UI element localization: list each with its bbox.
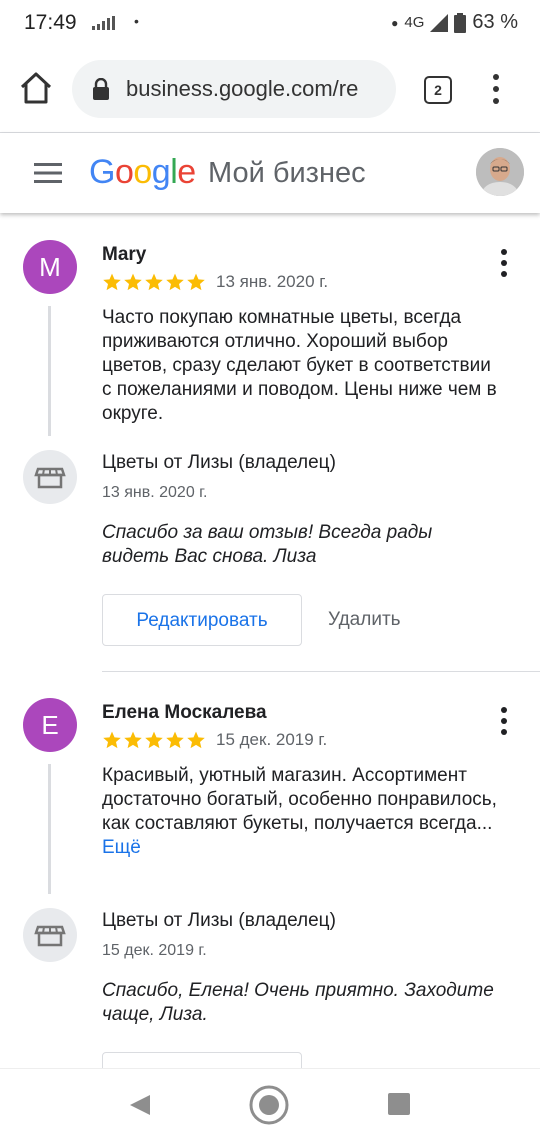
star-icon xyxy=(145,273,163,291)
review-text: Красивый, уютный магазин. Ассортимент до… xyxy=(102,764,502,860)
store-icon xyxy=(34,467,66,489)
star-icon xyxy=(145,731,163,749)
reply-text: Спасибо, Елена! Очень приятно. Заходите … xyxy=(102,980,494,1025)
star-icon xyxy=(187,731,205,749)
review-text-body: Красивый, уютный магазин. Ассортимент до… xyxy=(102,765,497,834)
product-name: Мой бизнес xyxy=(208,157,366,189)
review-date: 15 дек. 2019 г. xyxy=(216,730,328,749)
back-icon[interactable] xyxy=(128,1093,152,1117)
thread-line xyxy=(48,764,51,894)
review-date: 13 янв. 2020 г. xyxy=(216,272,329,291)
url-text: business.google.com/re xyxy=(126,76,359,101)
status-time: 17:49 xyxy=(24,11,77,34)
reviewer-avatar[interactable]: E xyxy=(23,698,77,752)
network-type: 4G xyxy=(404,14,425,31)
cell-signal-icon xyxy=(430,13,449,32)
reviewer-name: Елена Москалева xyxy=(102,702,267,723)
star-icon xyxy=(166,731,184,749)
app-header: Google Мой бизнес xyxy=(0,133,540,213)
star-rating xyxy=(102,272,206,292)
star-icon xyxy=(103,731,121,749)
more-options-icon[interactable] xyxy=(494,247,514,279)
edit-reply-button[interactable]: Редактировать xyxy=(102,594,302,646)
lock-icon xyxy=(93,78,109,100)
star-icon xyxy=(103,273,121,291)
review-text: Часто покупаю комнатные цветы, всегда пр… xyxy=(102,307,497,424)
star-icon xyxy=(166,273,184,291)
star-icon xyxy=(187,273,205,291)
owner-avatar xyxy=(23,450,77,504)
more-options-icon[interactable] xyxy=(494,705,514,737)
show-more-link[interactable]: Ещё xyxy=(102,837,141,858)
recent-apps-icon[interactable] xyxy=(388,1093,410,1115)
tab-switcher-button[interactable]: 2 xyxy=(424,76,452,104)
thread-line xyxy=(48,306,51,436)
browser-toolbar: business.google.com/re 2 xyxy=(0,44,540,133)
status-bar: 17:49 • ● 4G 63 % xyxy=(0,0,540,44)
reviews-list[interactable]: M Mary 13 янв. 2020 г. Часто покупаю ком… xyxy=(0,214,540,1068)
notification-signal-icon xyxy=(92,16,115,30)
owner-name: Цветы от Лизы (владелец) xyxy=(102,910,336,931)
reply-date: 13 янв. 2020 г. xyxy=(102,484,208,501)
address-bar[interactable]: business.google.com/re xyxy=(72,60,396,118)
delete-reply-button[interactable]: Удалить xyxy=(328,609,401,631)
review-divider xyxy=(102,671,540,672)
notification-dot: • xyxy=(134,13,139,29)
star-icon xyxy=(124,731,142,749)
reply-text: Спасибо за ваш отзыв! Всегда рады видеть… xyxy=(102,522,433,567)
user-avatar[interactable] xyxy=(476,148,524,196)
reviewer-name: Mary xyxy=(102,244,147,265)
google-logo: Google xyxy=(89,153,196,191)
reply-date: 15 дек. 2019 г. xyxy=(102,942,207,959)
owner-avatar xyxy=(23,908,77,962)
store-icon xyxy=(34,925,66,947)
home-nav-icon[interactable] xyxy=(248,1084,290,1126)
home-icon[interactable] xyxy=(18,70,54,106)
system-navigation-bar xyxy=(0,1068,540,1141)
star-rating xyxy=(102,730,206,750)
battery-percent: 63 % xyxy=(472,11,518,33)
hamburger-menu-icon[interactable] xyxy=(34,163,62,183)
status-dot-icon: ● xyxy=(391,15,399,30)
reviewer-avatar[interactable]: M xyxy=(23,240,77,294)
edit-reply-button[interactable] xyxy=(102,1052,302,1068)
owner-name: Цветы от Лизы (владелец) xyxy=(102,452,336,473)
battery-icon xyxy=(454,12,467,33)
star-icon xyxy=(124,273,142,291)
browser-menu-icon[interactable] xyxy=(486,72,506,106)
status-right: ● 4G 63 % xyxy=(391,11,518,34)
